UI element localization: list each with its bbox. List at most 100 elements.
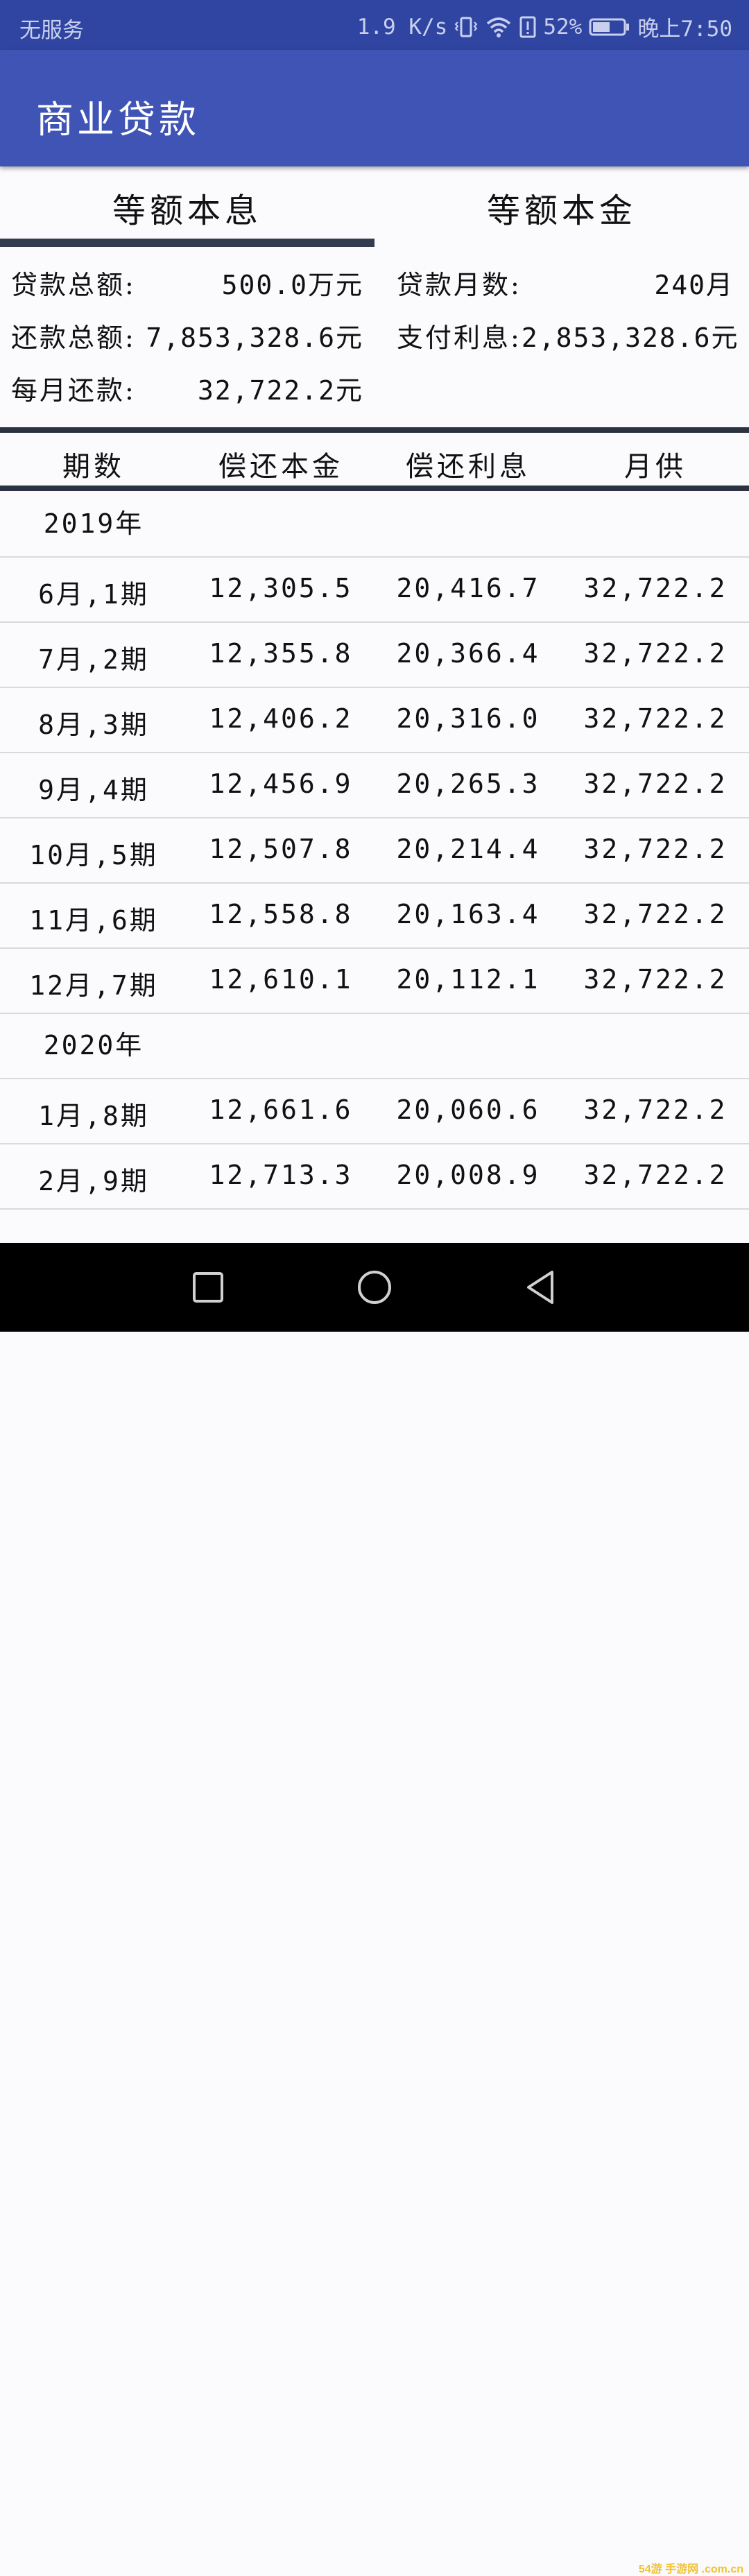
payment-cell: 32,722.2: [583, 703, 728, 734]
network-speed: 1.9 K/s: [356, 14, 448, 40]
table-top-divider: [0, 427, 749, 433]
monthly-payment-value: 32,722.2元: [198, 369, 363, 407]
period-number: 8期: [102, 1101, 149, 1131]
year-label: 2019年: [43, 508, 144, 539]
payment-cell: 32,722.2: [583, 964, 728, 995]
principal-cell: 12,610.1: [209, 964, 353, 995]
period-cell: 10月,5期: [0, 834, 187, 872]
period-separator: ,: [93, 840, 112, 870]
interest-total-value: 2,853,328.6元: [522, 316, 739, 354]
period-separator: ,: [85, 1166, 103, 1196]
loan-months-value: 240月: [654, 264, 734, 302]
back-button[interactable]: [520, 1266, 562, 1308]
interest-cell: 20,008.9: [396, 1160, 540, 1190]
interest-cell: 20,416.7: [396, 573, 540, 603]
home-button[interactable]: [354, 1266, 395, 1308]
period-cell: 12月,7期: [0, 964, 187, 1002]
period-month: 6月: [38, 579, 85, 610]
interest-cell: 20,265.3: [396, 768, 540, 799]
loan-months-unit: 月: [705, 270, 734, 300]
monthly-payment-number: 32,722.2: [197, 375, 336, 406]
schedule-list[interactable]: 2019年 6月,1期 12,305.5 20,416.7 32,722.2 7月,2期 1…: [0, 492, 749, 1242]
period-month: 2月: [38, 1166, 85, 1196]
page-title: 商业贷款: [36, 98, 200, 141]
table-row[interactable]: 6月,1期 12,305.5 20,416.7 32,722.2: [0, 558, 749, 623]
period-separator: ,: [93, 905, 112, 936]
repay-total-row: 还款总额: 7,853,328.6元: [11, 316, 363, 354]
principal-cell: 12,507.8: [209, 834, 353, 864]
carrier-text: 无服务: [19, 18, 84, 43]
interest-cell: 20,112.1: [396, 964, 540, 995]
table-row[interactable]: 7月,2期 12,355.8 20,366.4 32,722.2: [0, 623, 749, 688]
table-row[interactable]: 10月,5期 12,507.8 20,214.4 32,722.2: [0, 818, 749, 884]
interest-total-label: 支付利息:: [397, 323, 522, 353]
period-month: 10月: [29, 840, 94, 870]
vibrate-icon: [454, 15, 478, 39]
loan-total-label: 贷款总额:: [11, 270, 136, 300]
table-row[interactable]: 8月,3期 12,406.2 20,316.0 32,722.2: [0, 688, 749, 753]
interest-cell: 20,163.4: [396, 899, 540, 929]
wifi-icon: [485, 15, 513, 39]
recent-apps-button[interactable]: [187, 1266, 229, 1308]
payment-cell: 32,722.2: [583, 1094, 728, 1125]
period-separator: ,: [93, 970, 112, 1001]
interest-cell: 20,060.6: [396, 1094, 540, 1125]
interest-total-number: 2,853,328.6: [521, 323, 712, 353]
payment-cell: 32,722.2: [583, 1160, 728, 1190]
period-month: 7月: [38, 644, 85, 675]
year-header-row[interactable]: 2019年: [0, 492, 749, 558]
period-cell: 9月,4期: [0, 768, 187, 807]
interest-cell: 20,316.0: [396, 703, 540, 734]
period-month: 8月: [38, 710, 85, 740]
repay-total-value: 7,853,328.6元: [146, 316, 363, 354]
status-icons: 1.9 K/s 52% 晚上7:50: [357, 11, 732, 42]
header-principal: 偿还本金: [218, 451, 343, 483]
square-icon: [193, 1272, 223, 1303]
payment-cell: 32,722.2: [583, 768, 728, 799]
period-separator: ,: [85, 775, 103, 805]
interest-cell: 20,214.4: [396, 834, 540, 864]
loan-months-label: 贷款月数:: [397, 270, 522, 300]
period-cell: 7月,2期: [0, 638, 187, 676]
principal-cell: 12,355.8: [209, 638, 353, 669]
period-number: 2期: [102, 644, 149, 675]
table-row[interactable]: 1月,8期 12,661.6 20,060.6 32,722.2: [0, 1079, 749, 1144]
period-separator: ,: [85, 1101, 103, 1131]
period-number: 4期: [102, 775, 149, 805]
repay-total-label: 还款总额:: [11, 323, 136, 353]
loan-months-row: 贷款月数: 240月: [397, 264, 734, 302]
battery-icon: [589, 17, 630, 37]
tab-equal-principal[interactable]: 等额本金: [374, 183, 749, 232]
period-month: 1月: [38, 1101, 85, 1131]
principal-cell: 12,456.9: [209, 768, 353, 799]
table-row[interactable]: 12月,7期 12,610.1 20,112.1 32,722.2: [0, 949, 749, 1014]
payment-cell: 32,722.2: [583, 899, 728, 929]
principal-cell: 12,661.6: [209, 1094, 353, 1125]
payment-cell: 32,722.2: [583, 638, 728, 669]
period-number: 7期: [111, 970, 158, 1001]
repay-total-number: 7,853,328.6: [146, 323, 336, 353]
period-cell: 6月,1期: [0, 573, 187, 611]
period-number: 6期: [111, 905, 158, 936]
principal-cell: 12,558.8: [209, 899, 353, 929]
table-row[interactable]: 9月,4期 12,456.9 20,265.3 32,722.2: [0, 753, 749, 818]
repay-total-unit: 元: [335, 323, 363, 353]
period-number: 1期: [102, 579, 149, 610]
table-header: 期数 偿还本金 偿还利息 月供: [0, 436, 749, 486]
year-header-row[interactable]: 2020年: [0, 1014, 749, 1079]
table-header-divider: [0, 486, 749, 491]
loan-total-row: 贷款总额: 500.0万元: [11, 264, 363, 302]
table-row[interactable]: 11月,6期 12,558.8 20,163.4 32,722.2: [0, 884, 749, 949]
period-cell: 11月,6期: [0, 899, 187, 937]
back-triangle-icon: [527, 1271, 553, 1304]
period-month: 9月: [38, 775, 85, 805]
period-separator: ,: [85, 644, 103, 675]
tab-equal-installment[interactable]: 等额本息: [0, 183, 374, 232]
app-bar: 商业贷款: [0, 50, 749, 166]
table-row[interactable]: 2月,9期 12,713.3 20,008.9 32,722.2: [0, 1144, 749, 1210]
tab-indicator: [0, 239, 374, 247]
header-payment: 月供: [624, 451, 687, 483]
header-interest: 偿还利息: [406, 451, 531, 483]
alert-icon: [519, 15, 536, 39]
battery-percent: 52%: [543, 14, 583, 40]
